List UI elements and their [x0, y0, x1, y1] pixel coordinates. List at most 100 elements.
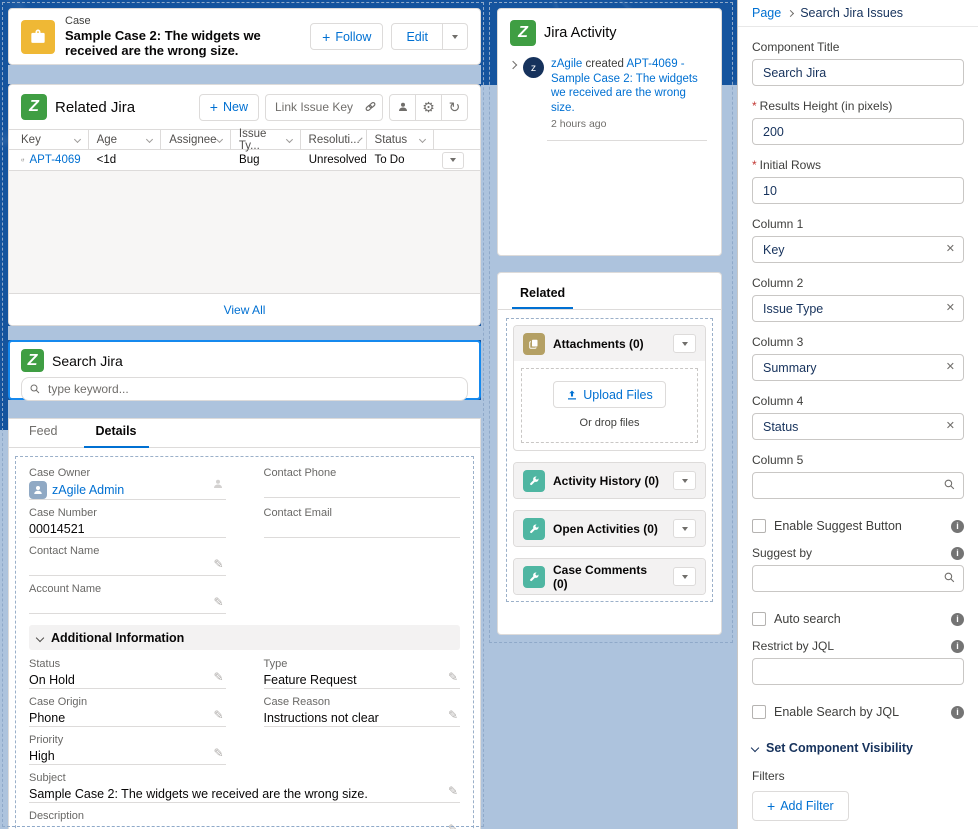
enable-search-jql-checkbox[interactable] [752, 705, 766, 719]
change-owner-icon[interactable] [212, 477, 224, 495]
component-title-input[interactable] [752, 59, 964, 86]
enable-suggest-label: Enable Suggest Button [774, 519, 902, 533]
zagile-logo-glyph: Z [29, 98, 39, 116]
activity-entry: z zAgile created APT-4069 - Sample Case … [498, 55, 721, 130]
view-all-link[interactable]: View All [224, 303, 266, 317]
upload-files-button[interactable]: Upload Files [553, 381, 665, 408]
edit-pencil-icon[interactable]: ✎ [213, 746, 223, 760]
region-gap [8, 326, 481, 340]
refresh-icon: ↻ [449, 100, 461, 114]
clear-icon[interactable]: ✕ [946, 301, 955, 314]
activity-action: created [586, 58, 624, 70]
column-header-issue-type[interactable]: Issue Ty... [231, 130, 301, 149]
auto-search-checkbox[interactable] [752, 612, 766, 626]
field-subject: Subject Sample Case 2: The widgets we re… [29, 772, 460, 804]
case-owner-link[interactable]: zAgile Admin [52, 483, 124, 497]
edit-pencil-icon[interactable]: ✎ [448, 708, 458, 722]
field-case-reason: Case Reason Instructions not clear ✎ [264, 696, 461, 728]
column-header-age[interactable]: Age [89, 130, 162, 149]
add-filter-button[interactable]: + Add Filter [752, 791, 849, 821]
attachments-title: Attachments (0) [553, 337, 665, 351]
column-header-status[interactable]: Status [367, 130, 435, 149]
edit-button[interactable]: Edit [391, 23, 443, 50]
enable-suggest-checkbox[interactable] [752, 519, 766, 533]
avatar: z [523, 57, 544, 78]
row-menu-button[interactable] [442, 152, 464, 169]
column-3-input[interactable] [752, 354, 964, 381]
edit-pencil-icon[interactable]: ✎ [448, 670, 458, 684]
column-4-label: Column 4 [752, 394, 964, 408]
user-mapping-button[interactable] [389, 94, 416, 121]
column-1-input[interactable] [752, 236, 964, 263]
case-comments-card: Case Comments (0) [513, 558, 706, 595]
issue-key-link[interactable]: APT-4069 [30, 154, 81, 166]
info-icon[interactable]: i [951, 613, 964, 626]
file-dropzone[interactable]: Upload Files Or drop files [521, 368, 698, 443]
region-gap [8, 65, 481, 84]
avatar [29, 481, 47, 499]
case-comments-menu-button[interactable] [673, 567, 696, 586]
activity-history-menu-button[interactable] [673, 471, 696, 490]
actor-link[interactable]: zAgile [551, 58, 582, 70]
edit-pencil-icon[interactable]: ✎ [213, 670, 223, 684]
column-header-key[interactable]: Key [9, 130, 89, 149]
custom-object-icon [523, 518, 545, 540]
edit-pencil-icon[interactable]: ✎ [213, 595, 223, 609]
gear-icon: ⚙ [422, 100, 435, 114]
more-actions-button[interactable] [442, 23, 468, 50]
column-4-input[interactable] [752, 413, 964, 440]
info-icon[interactable]: i [951, 706, 964, 719]
field-contact-phone: Contact Phone [264, 467, 461, 501]
edit-pencil-icon[interactable]: ✎ [213, 557, 223, 571]
info-icon[interactable]: i [951, 547, 964, 560]
info-icon[interactable]: i [951, 640, 964, 653]
new-issue-button[interactable]: + New [199, 94, 259, 121]
link-icon[interactable] [364, 100, 377, 118]
open-activities-card: Open Activities (0) [513, 510, 706, 547]
clear-icon[interactable]: ✕ [946, 360, 955, 373]
follow-button[interactable]: + Follow [310, 23, 383, 50]
edit-pencil-icon[interactable]: ✎ [448, 822, 458, 829]
set-component-visibility-section[interactable]: Set Component Visibility [752, 741, 964, 755]
zagile-logo-glyph: Z [28, 352, 38, 370]
search-icon [29, 382, 41, 400]
chevron-down-icon [682, 342, 688, 346]
clear-icon[interactable]: ✕ [946, 242, 955, 255]
column-header-assignee[interactable]: Assignee [161, 130, 231, 149]
info-icon[interactable]: i [951, 520, 964, 533]
open-activities-menu-button[interactable] [673, 519, 696, 538]
plus-icon: + [322, 30, 330, 44]
field-account-name: Account Name ✎ [29, 583, 226, 615]
column-header-resolution[interactable]: Resoluti... [301, 130, 367, 149]
results-height-input[interactable] [752, 118, 964, 145]
column-2-input[interactable] [752, 295, 964, 322]
column-3-label: Column 3 [752, 335, 964, 349]
refresh-button[interactable]: ↻ [441, 94, 468, 121]
chevron-down-icon [682, 575, 688, 579]
settings-button[interactable]: ⚙ [415, 94, 442, 121]
external-link-icon[interactable] [21, 155, 25, 165]
region-gap [8, 400, 481, 418]
tab-related[interactable]: Related [512, 286, 573, 309]
tab-feed[interactable]: Feed [29, 424, 58, 447]
enable-search-jql-label: Enable Search by JQL [774, 705, 899, 719]
breadcrumb-page-link[interactable]: Page [752, 6, 781, 20]
edit-pencil-icon[interactable]: ✎ [448, 784, 458, 798]
tab-details[interactable]: Details [96, 424, 137, 447]
clear-icon[interactable]: ✕ [946, 419, 955, 432]
edit-pencil-icon[interactable]: ✎ [213, 708, 223, 722]
table-row: APT-4069 <1d Bug Unresolved To Do [9, 150, 480, 171]
chevron-right-icon[interactable] [509, 61, 517, 69]
restrict-jql-input[interactable] [752, 658, 964, 685]
suggest-by-input[interactable] [752, 565, 964, 592]
column-5-input[interactable] [752, 472, 964, 499]
search-jira-panel-selected[interactable]: Z Search Jira [8, 340, 481, 400]
details-form-region: Case Owner zAgile Admin Contact Phone Ca… [15, 456, 474, 829]
keyword-search-input[interactable] [21, 377, 468, 401]
attachments-menu-button[interactable] [673, 334, 696, 353]
enable-suggest-row: Enable Suggest Button i [752, 519, 964, 533]
section-additional-information[interactable]: Additional Information [29, 625, 460, 650]
initial-rows-input[interactable] [752, 177, 964, 204]
chevron-down-icon [450, 158, 456, 162]
status-cell: To Do [366, 154, 434, 166]
